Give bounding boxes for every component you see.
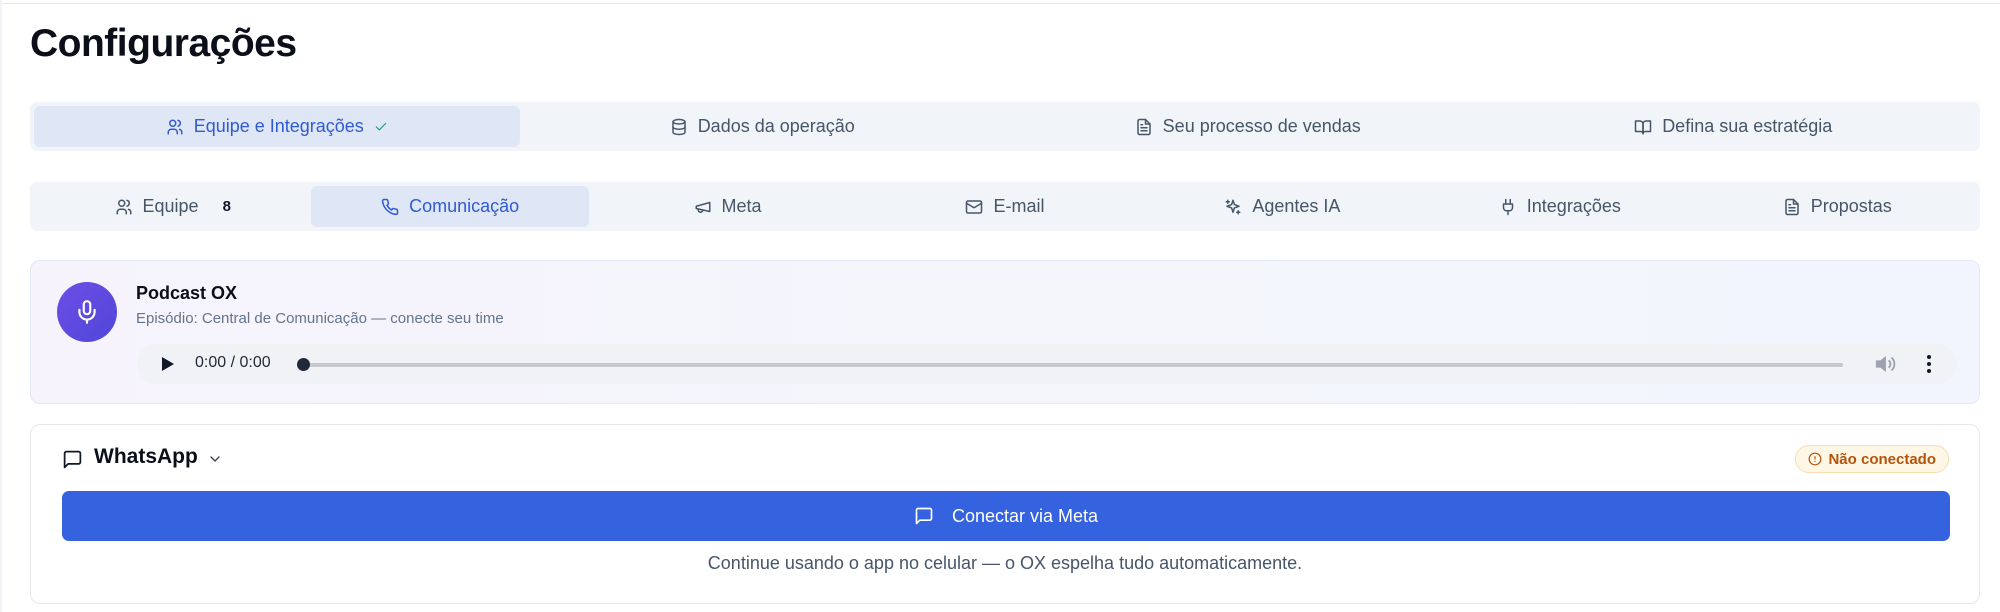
step-label: Defina sua estratégia — [1662, 116, 1833, 136]
phone-icon — [381, 198, 399, 215]
status-label: Não conectado — [1828, 450, 1936, 468]
message-square-icon — [915, 507, 933, 525]
alert-circle-icon — [1809, 452, 1822, 466]
settings-tabs: Equipe 8 Comunicação Meta E-mail Agentes… — [30, 182, 1980, 231]
database-icon — [671, 118, 686, 135]
whatsapp-hint: Continue usando o app no celular — o OX … — [707, 553, 1303, 573]
seek-thumb[interactable] — [297, 358, 310, 371]
plug-icon — [1502, 198, 1514, 215]
tab-email[interactable]: E-mail — [866, 186, 1143, 227]
tab-integracoes[interactable]: Integrações — [1421, 186, 1698, 227]
chevron-down-icon[interactable] — [207, 451, 223, 467]
tab-meta[interactable]: Meta — [589, 186, 866, 227]
podcast-title: Podcast OX — [136, 283, 238, 303]
file-text-icon — [1136, 118, 1151, 135]
step-equipe-integracoes[interactable]: Equipe e Integrações — [34, 106, 520, 147]
users-icon — [167, 119, 183, 134]
step-dados-operacao[interactable]: Dados da operação — [520, 106, 1006, 147]
podcast-card: Podcast OX Episódio: Central de Comunica… — [30, 260, 1980, 404]
team-count: 8 — [222, 198, 231, 215]
step-processo-vendas[interactable]: Seu processo de vendas — [1005, 106, 1491, 147]
connect-label: Conectar via Meta — [951, 505, 1099, 526]
tab-label: Equipe — [142, 196, 199, 216]
seek-bar[interactable] — [303, 363, 1843, 367]
tab-agentes-ia[interactable]: Agentes IA — [1144, 186, 1421, 227]
tab-propostas[interactable]: Propostas — [1699, 186, 1976, 227]
tab-label: E-mail — [993, 196, 1045, 216]
whatsapp-card: WhatsApp Não conectado Conectar via Meta… — [30, 424, 1980, 604]
message-square-icon — [63, 450, 82, 469]
step-label: Seu processo de vendas — [1162, 116, 1361, 136]
top-border — [0, 0, 2000, 4]
setup-steps: Equipe e Integrações Dados da operação S… — [30, 102, 1980, 151]
step-estrategia[interactable]: Defina sua estratégia — [1491, 106, 1977, 147]
step-label: Dados da operação — [697, 116, 855, 136]
podcast-episode: Episódio: Central de Comunicação — conec… — [136, 310, 504, 327]
audio-player: 0:00 / 0:00 — [137, 344, 1957, 384]
connect-meta-button[interactable]: Conectar via Meta — [62, 491, 1950, 541]
tab-label: Integrações — [1526, 196, 1621, 216]
file-text-icon — [1784, 198, 1799, 215]
users-icon — [116, 199, 131, 214]
left-edge — [0, 0, 2, 612]
tab-comunicacao[interactable]: Comunicação — [311, 186, 589, 227]
tab-label: Meta — [721, 196, 762, 216]
player-time: 0:00 / 0:00 — [195, 354, 271, 371]
whatsapp-title[interactable]: WhatsApp — [94, 445, 198, 469]
page-title: Configurações — [30, 22, 297, 65]
mail-icon — [966, 199, 983, 214]
tab-label: Propostas — [1810, 196, 1892, 216]
play-icon[interactable] — [161, 356, 175, 372]
tab-label: Agentes IA — [1252, 196, 1341, 216]
status-badge: Não conectado — [1795, 445, 1949, 473]
volume-icon[interactable] — [1874, 354, 1896, 374]
book-open-icon — [1634, 119, 1652, 134]
check-icon — [375, 122, 387, 130]
tab-label: Comunicação — [409, 196, 520, 216]
podcast-avatar — [57, 282, 117, 342]
megaphone-icon — [695, 201, 711, 213]
sparkles-icon — [1225, 199, 1241, 214]
microphone-icon — [78, 300, 96, 324]
step-label: Equipe e Integrações — [193, 116, 364, 136]
more-options-icon[interactable] — [1925, 354, 1933, 374]
tab-equipe[interactable]: Equipe 8 — [34, 186, 311, 227]
